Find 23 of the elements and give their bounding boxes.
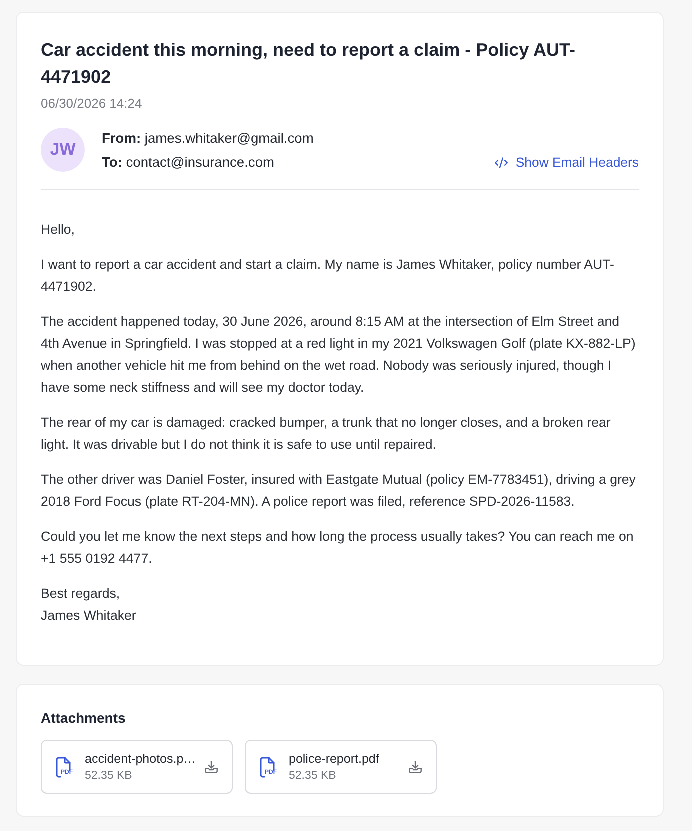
file-icon — [56, 756, 71, 778]
email-paragraph: The other driver was Daniel Foster, insured with Eastgate Mutual (policy EM-7783451), driving a grey 2018 Ford Focus (plate RT-204-MN). A police report was filed, reference SPD-2026-11583. — [41, 471, 637, 511]
email-paragraph: The rear of my car is damaged: cracked bumper, a trunk that no longer closes, and a broken rear light. It was drivable but I do not think it is safe to use until repaired. — [41, 414, 612, 454]
show-headers-button[interactable]: Show Email Headers — [494, 154, 639, 172]
email-subject: Car accident this morning, need to report a claim - Policy AUT-4471902 — [41, 39, 576, 89]
file-size: 52.35 KB — [289, 768, 338, 784]
avatar: JW — [41, 128, 85, 172]
recipient-line: To: contact@insurance.com — [102, 154, 276, 172]
file-name: accident-photos.p… — [85, 750, 193, 766]
download-icon[interactable] — [409, 760, 422, 774]
email-paragraph: Best regards, James Whitaker — [41, 585, 138, 625]
file-size: 52.35 KB — [85, 768, 134, 784]
email-paragraph: Hello, — [41, 221, 76, 239]
email-paragraph: The accident happened today, 30 June 2026, around 8:15 AM at the intersection of Elm Street and 4th Avenue in Springfield. I was stopped at a red light in my 2021 Volkswagen Golf (plate KX-882-LP) when another vehicle hit me from behind on the wet road. Nobody was seriously injured, though I have some neck stiffness and will see my doctor today. — [41, 313, 637, 397]
sender-line: From: james.whitaker@gmail.com — [102, 130, 315, 148]
email-date: 06/30/2026 14:24 — [41, 95, 144, 113]
attachments-title: Attachments — [41, 709, 127, 728]
email-paragraph: I want to report a car accident and start a claim. My name is James Whitaker, policy number AUT-4471902. — [41, 256, 616, 296]
code-icon — [494, 157, 508, 169]
download-icon[interactable] — [205, 760, 218, 774]
file-name: police-report.pdf — [289, 750, 380, 766]
file-icon — [260, 756, 275, 778]
email-paragraph: Could you let me know the next steps and how long the process usually takes? You can reach me on +1 555 0192 4477. — [41, 528, 635, 568]
